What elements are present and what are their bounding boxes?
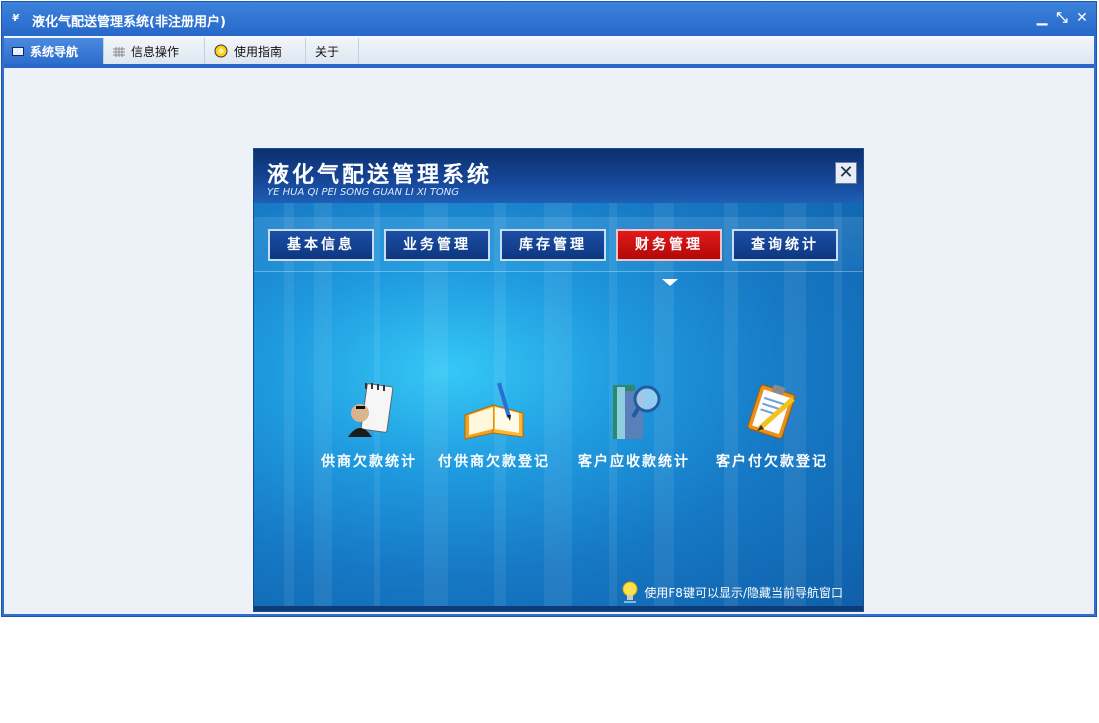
nav-query-statistics[interactable]: 查询统计: [732, 229, 838, 261]
func-label: 供商欠款统计: [321, 454, 417, 470]
workspace: 液化气配送管理系统 YE HUA QI PEI SONG GUAN LI XI …: [4, 68, 1094, 614]
func-label: 客户应收款统计: [578, 454, 690, 470]
panel-title: 液化气配送管理系统: [267, 163, 493, 188]
func-customer-payment-register[interactable]: 客户付欠款登记: [710, 375, 834, 471]
open-book-pen-icon: [459, 375, 529, 445]
restore-button[interactable]: ⤡: [1054, 10, 1070, 26]
book-magnifier-icon: [599, 375, 669, 445]
tab-label: 系统导航: [30, 44, 79, 59]
shortcut-tip: 使用F8键可以显示/隐藏当前导航窗口: [622, 581, 843, 603]
close-button[interactable]: ✕: [1074, 10, 1090, 26]
notepad-person-icon: [334, 375, 404, 445]
help-circle-icon: [214, 44, 228, 58]
func-label: 付供商欠款登记: [438, 454, 550, 470]
tab-info-operation[interactable]: 信息操作: [105, 38, 205, 64]
nav-inventory-management[interactable]: 库存管理: [500, 229, 606, 261]
nav-business-management[interactable]: 业务管理: [384, 229, 490, 261]
func-customer-receivable-stats[interactable]: 客户应收款统计: [572, 375, 696, 471]
monitor-icon: [12, 46, 24, 56]
nav-basic-info[interactable]: 基本信息: [268, 229, 374, 261]
nav-finance-management[interactable]: 财务管理: [616, 229, 722, 261]
menu-bar: 系统导航 信息操作 使用指南 关于: [4, 36, 1094, 68]
tab-label: 信息操作: [131, 44, 180, 59]
clipboard-pencil-icon: [737, 375, 807, 445]
app-logo-icon: ¥: [12, 13, 19, 24]
tab-system-navigation[interactable]: 系统导航: [4, 38, 104, 64]
panel-subtitle: YE HUA QI PEI SONG GUAN LI XI TONG: [267, 187, 460, 198]
tab-about[interactable]: 关于: [307, 38, 359, 64]
func-pay-supplier-debt[interactable]: 付供商欠款登记: [432, 375, 556, 471]
tab-label: 使用指南: [234, 44, 283, 59]
navigation-panel: 液化气配送管理系统 YE HUA QI PEI SONG GUAN LI XI …: [254, 149, 863, 611]
func-label: 客户付欠款登记: [716, 454, 828, 470]
minimize-button[interactable]: ▁: [1034, 10, 1050, 26]
tab-user-guide[interactable]: 使用指南: [206, 38, 306, 64]
tab-label: 关于: [315, 44, 340, 59]
tip-text: 使用F8键可以显示/隐藏当前导航窗口: [644, 585, 843, 600]
grid-icon: [113, 46, 125, 57]
title-bar[interactable]: ¥ 液化气配送管理系统(非注册用户) ▁ ⤡ ✕: [2, 2, 1096, 36]
window-title: 液化气配送管理系统(非注册用户): [32, 15, 226, 30]
lightbulb-icon: [622, 581, 638, 603]
func-supplier-debt-stats[interactable]: 供商欠款统计: [316, 375, 422, 471]
panel-header: 液化气配送管理系统 YE HUA QI PEI SONG GUAN LI XI …: [254, 149, 863, 203]
panel-close-button[interactable]: ✕: [835, 162, 857, 184]
active-indicator-arrow-icon: [662, 279, 678, 286]
main-window: ¥ 液化气配送管理系统(非注册用户) ▁ ⤡ ✕ 系统导航 信息操作 使用指南 …: [1, 1, 1097, 617]
